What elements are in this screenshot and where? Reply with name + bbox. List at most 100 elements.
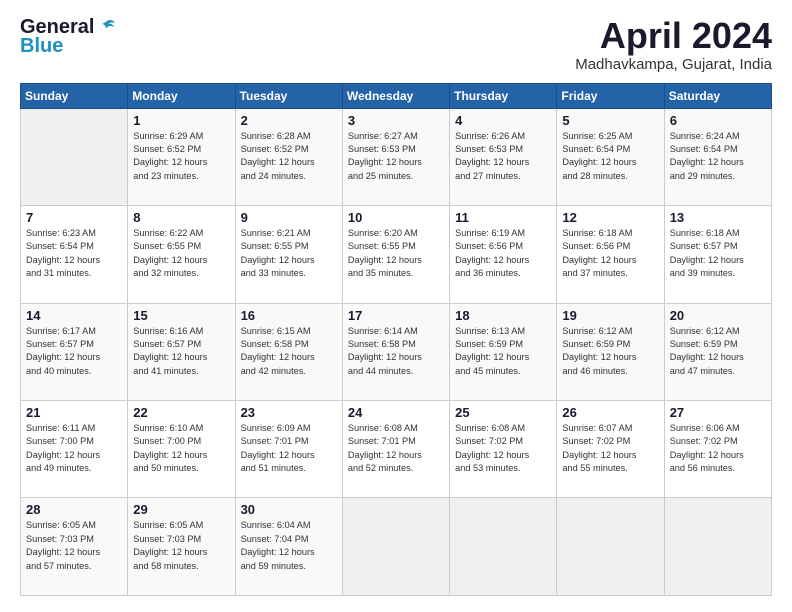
- day-number: 15: [133, 308, 229, 323]
- day-info: Sunrise: 6:09 AMSunset: 7:01 PMDaylight:…: [241, 422, 337, 475]
- calendar-cell: [557, 498, 664, 596]
- day-number: 28: [26, 502, 122, 517]
- logo: General Blue: [20, 16, 118, 58]
- calendar-cell: 19Sunrise: 6:12 AMSunset: 6:59 PMDayligh…: [557, 303, 664, 400]
- calendar-cell: 7 Sunrise: 6:23 AMSunset: 6:54 PMDaylight…: [21, 206, 128, 303]
- calendar-cell: 28 Sunrise: 6:05 AMSunset: 7:03 PMDayligh…: [21, 498, 128, 596]
- day-number: 26: [562, 405, 658, 420]
- calendar-week-row: 14 Sunrise: 6:17 AMSunset: 6:57 PMDayligh…: [21, 303, 772, 400]
- day-info: Sunrise: 6:18 AMSunset: 6:56 PMDaylight:…: [562, 227, 658, 280]
- day-number: 1: [133, 113, 229, 128]
- calendar-cell: [664, 498, 771, 596]
- day-number: 14: [26, 308, 122, 323]
- day-info: Sunrise: 6:12 AMSunset: 6:59 PMDaylight:…: [670, 325, 766, 378]
- day-info: Sunrise: 6:20 AMSunset: 6:55 PMDaylight:…: [348, 227, 444, 280]
- calendar-cell: [21, 108, 128, 205]
- day-info: Sunrise: 6:28 AMSunset: 6:52 PMDaylight:…: [241, 130, 337, 183]
- calendar-cell: 11Sunrise: 6:19 AMSunset: 6:56 PMDayligh…: [450, 206, 557, 303]
- day-info: Sunrise: 6:04 AMSunset: 7:04 PMDaylight:…: [241, 519, 337, 572]
- day-header-sunday: Sunday: [21, 83, 128, 108]
- title-block: April 2024 Madhavkampa, Gujarat, India: [575, 16, 772, 73]
- calendar-week-row: 1Sunrise: 6:29 AMSunset: 6:52 PMDaylight…: [21, 108, 772, 205]
- calendar-cell: 29 Sunrise: 6:05 AMSunset: 7:03 PMDayligh…: [128, 498, 235, 596]
- day-number: 23: [241, 405, 337, 420]
- calendar-cell: 15Sunrise: 6:16 AMSunset: 6:57 PMDayligh…: [128, 303, 235, 400]
- day-number: 27: [670, 405, 766, 420]
- day-number: 5: [562, 113, 658, 128]
- calendar-week-row: 21Sunrise: 6:11 AMSunset: 7:00 PMDayligh…: [21, 401, 772, 498]
- calendar-week-row: 28 Sunrise: 6:05 AMSunset: 7:03 PMDayligh…: [21, 498, 772, 596]
- logo-blue: Blue: [20, 35, 63, 58]
- day-info: Sunrise: 6:19 AMSunset: 6:56 PMDaylight:…: [455, 227, 551, 280]
- day-info: Sunrise: 6:12 AMSunset: 6:59 PMDaylight:…: [562, 325, 658, 378]
- day-info: Sunrise: 6:08 AMSunset: 7:02 PMDaylight:…: [455, 422, 551, 475]
- day-info: Sunrise: 6:17 AMSunset: 6:57 PMDaylight:…: [26, 325, 122, 378]
- day-number: 22: [133, 405, 229, 420]
- calendar-cell: 8 Sunrise: 6:22 AMSunset: 6:55 PMDaylight…: [128, 206, 235, 303]
- day-info: Sunrise: 6:05 AMSunset: 7:03 PMDaylight:…: [133, 519, 229, 572]
- calendar-cell: 30 Sunrise: 6:04 AMSunset: 7:04 PMDayligh…: [235, 498, 342, 596]
- logo-bird-icon: [96, 17, 118, 39]
- day-number: 13: [670, 210, 766, 225]
- day-info: Sunrise: 6:25 AMSunset: 6:54 PMDaylight:…: [562, 130, 658, 183]
- day-info: Sunrise: 6:21 AMSunset: 6:55 PMDaylight:…: [241, 227, 337, 280]
- calendar-cell: 14 Sunrise: 6:17 AMSunset: 6:57 PMDayligh…: [21, 303, 128, 400]
- day-number: 2: [241, 113, 337, 128]
- calendar-cell: 24 Sunrise: 6:08 AMSunset: 7:01 PMDayligh…: [342, 401, 449, 498]
- calendar-cell: 18Sunrise: 6:13 AMSunset: 6:59 PMDayligh…: [450, 303, 557, 400]
- day-number: 4: [455, 113, 551, 128]
- calendar-table: SundayMondayTuesdayWednesdayThursdayFrid…: [20, 83, 772, 596]
- day-header-tuesday: Tuesday: [235, 83, 342, 108]
- location: Madhavkampa, Gujarat, India: [575, 56, 772, 73]
- day-number: 6: [670, 113, 766, 128]
- day-number: 21: [26, 405, 122, 420]
- day-info: Sunrise: 6:24 AMSunset: 6:54 PMDaylight:…: [670, 130, 766, 183]
- day-info: Sunrise: 6:06 AMSunset: 7:02 PMDaylight:…: [670, 422, 766, 475]
- day-number: 30: [241, 502, 337, 517]
- day-number: 16: [241, 308, 337, 323]
- day-number: 9: [241, 210, 337, 225]
- day-info: Sunrise: 6:10 AMSunset: 7:00 PMDaylight:…: [133, 422, 229, 475]
- day-number: 20: [670, 308, 766, 323]
- day-number: 24: [348, 405, 444, 420]
- day-number: 8: [133, 210, 229, 225]
- calendar-cell: 26Sunrise: 6:07 AMSunset: 7:02 PMDayligh…: [557, 401, 664, 498]
- calendar-cell: 17Sunrise: 6:14 AMSunset: 6:58 PMDayligh…: [342, 303, 449, 400]
- calendar-cell: 12 Sunrise: 6:18 AMSunset: 6:56 PMDayligh…: [557, 206, 664, 303]
- day-header-saturday: Saturday: [664, 83, 771, 108]
- calendar-cell: 3Sunrise: 6:27 AMSunset: 6:53 PMDaylight…: [342, 108, 449, 205]
- calendar-cell: 16 Sunrise: 6:15 AMSunset: 6:58 PMDayligh…: [235, 303, 342, 400]
- calendar-cell: 23 Sunrise: 6:09 AMSunset: 7:01 PMDayligh…: [235, 401, 342, 498]
- calendar-week-row: 7 Sunrise: 6:23 AMSunset: 6:54 PMDaylight…: [21, 206, 772, 303]
- day-header-wednesday: Wednesday: [342, 83, 449, 108]
- calendar-cell: 6 Sunrise: 6:24 AMSunset: 6:54 PMDaylight…: [664, 108, 771, 205]
- calendar-body: 1Sunrise: 6:29 AMSunset: 6:52 PMDaylight…: [21, 108, 772, 595]
- day-number: 29: [133, 502, 229, 517]
- calendar-cell: 5 Sunrise: 6:25 AMSunset: 6:54 PMDaylight…: [557, 108, 664, 205]
- calendar-cell: 22 Sunrise: 6:10 AMSunset: 7:00 PMDayligh…: [128, 401, 235, 498]
- calendar-cell: 9 Sunrise: 6:21 AMSunset: 6:55 PMDaylight…: [235, 206, 342, 303]
- day-number: 3: [348, 113, 444, 128]
- calendar-cell: 20 Sunrise: 6:12 AMSunset: 6:59 PMDayligh…: [664, 303, 771, 400]
- day-info: Sunrise: 6:22 AMSunset: 6:55 PMDaylight:…: [133, 227, 229, 280]
- calendar-cell: [450, 498, 557, 596]
- day-info: Sunrise: 6:23 AMSunset: 6:54 PMDaylight:…: [26, 227, 122, 280]
- calendar-cell: 10 Sunrise: 6:20 AMSunset: 6:55 PMDayligh…: [342, 206, 449, 303]
- day-info: Sunrise: 6:05 AMSunset: 7:03 PMDaylight:…: [26, 519, 122, 572]
- day-header-thursday: Thursday: [450, 83, 557, 108]
- calendar-cell: 27 Sunrise: 6:06 AMSunset: 7:02 PMDayligh…: [664, 401, 771, 498]
- day-info: Sunrise: 6:26 AMSunset: 6:53 PMDaylight:…: [455, 130, 551, 183]
- day-info: Sunrise: 6:15 AMSunset: 6:58 PMDaylight:…: [241, 325, 337, 378]
- day-number: 12: [562, 210, 658, 225]
- header: General Blue April 2024 Madhavkampa, Guj…: [20, 16, 772, 73]
- day-number: 10: [348, 210, 444, 225]
- month-title: April 2024: [575, 16, 772, 56]
- calendar-header-row: SundayMondayTuesdayWednesdayThursdayFrid…: [21, 83, 772, 108]
- day-info: Sunrise: 6:13 AMSunset: 6:59 PMDaylight:…: [455, 325, 551, 378]
- calendar-cell: 21Sunrise: 6:11 AMSunset: 7:00 PMDayligh…: [21, 401, 128, 498]
- day-info: Sunrise: 6:08 AMSunset: 7:01 PMDaylight:…: [348, 422, 444, 475]
- calendar-cell: 13Sunrise: 6:18 AMSunset: 6:57 PMDayligh…: [664, 206, 771, 303]
- day-number: 7: [26, 210, 122, 225]
- day-header-friday: Friday: [557, 83, 664, 108]
- calendar-cell: 25Sunrise: 6:08 AMSunset: 7:02 PMDayligh…: [450, 401, 557, 498]
